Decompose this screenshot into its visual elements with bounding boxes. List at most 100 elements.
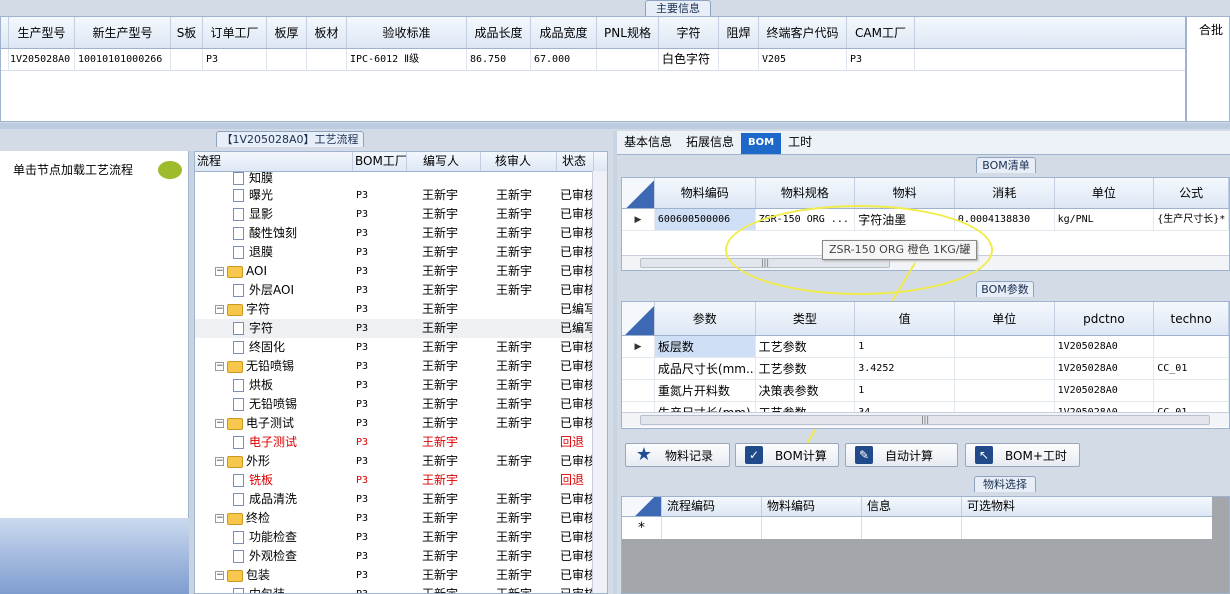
tab-bom[interactable]: BOM <box>741 133 782 154</box>
tree-node[interactable]: 电子测试 P3 王新宇 回退 <box>195 433 607 452</box>
col-header[interactable]: 订单工厂 <box>203 17 267 48</box>
table-row[interactable]: 成品尺寸长(mm... 工艺参数 3.4252 1V205028A0 CC_01 <box>622 358 1229 380</box>
col-header[interactable]: 成品宽度 <box>531 17 597 48</box>
cell[interactable] <box>267 49 307 70</box>
cell[interactable]: IPC-6012 Ⅱ级 <box>347 49 467 70</box>
tree-node[interactable]: 无铅喷锡 P3 王新宇 王新宇 已审核 <box>195 395 607 414</box>
cell[interactable]: 重氮片开料数 <box>655 380 756 401</box>
cell[interactable]: 决策表参数 <box>756 380 856 401</box>
tree-node[interactable]: 知膜 <box>195 172 607 186</box>
col-header[interactable]: 编写人 <box>407 152 481 171</box>
tab-work-hours[interactable]: 工时 <box>781 131 819 154</box>
col-header[interactable]: 流程 <box>195 152 353 171</box>
cell[interactable]: 板层数 <box>654 336 756 357</box>
collapse-icon[interactable]: − <box>215 267 224 276</box>
cell[interactable] <box>962 517 1212 539</box>
tree-node[interactable]: 成品清洗 P3 王新宇 王新宇 已审核 <box>195 490 607 509</box>
col-header[interactable]: CAM工厂 <box>847 17 915 48</box>
cell[interactable]: 工艺参数 <box>756 358 856 379</box>
col-header[interactable]: 公式 <box>1154 178 1229 208</box>
tree-node[interactable]: 字符 P3 王新宇 已编写 <box>195 319 607 338</box>
main-info-tab[interactable]: 主要信息 <box>645 0 711 16</box>
bom-params-hscroll[interactable]: ||| <box>622 412 1229 427</box>
col-header[interactable]: 值 <box>855 302 955 335</box>
scroll-thumb[interactable]: ||| <box>640 415 1210 425</box>
col-header[interactable]: 物料规格 <box>756 178 856 208</box>
col-header[interactable]: 状态 <box>557 152 594 171</box>
new-row[interactable]: * <box>622 517 1212 539</box>
cell[interactable]: 67.000 <box>531 49 597 70</box>
collapse-icon[interactable]: − <box>215 571 224 580</box>
tree-node[interactable]: − AOI P3 王新宇 王新宇 已审核 <box>195 262 607 281</box>
col-header[interactable]: 可选物料 <box>962 497 1212 516</box>
collapse-icon[interactable]: − <box>215 362 224 371</box>
col-header[interactable]: 验收标准 <box>347 17 467 48</box>
cell[interactable]: P3 <box>847 49 915 70</box>
col-header[interactable]: BOM工厂 <box>353 152 407 171</box>
col-header[interactable]: 生产型号 <box>9 17 75 48</box>
merge-panel-title[interactable]: 合批 <box>1187 17 1229 38</box>
table-row[interactable]: 重氮片开料数 决策表参数 1 1V205028A0 <box>622 380 1229 402</box>
cell[interactable] <box>719 49 759 70</box>
col-header[interactable]: 核审人 <box>481 152 557 171</box>
cell[interactable]: 3.4252 <box>855 358 955 379</box>
cell[interactable] <box>662 517 762 539</box>
tree-node[interactable]: − 字符 P3 王新宇 已编写 <box>195 300 607 319</box>
col-header[interactable]: 字符 <box>659 17 719 48</box>
tree-node[interactable]: 退膜 P3 王新宇 王新宇 已审核 <box>195 243 607 262</box>
col-header[interactable]: 物料编码 <box>655 178 756 208</box>
cell[interactable]: 成品尺寸长(mm... <box>655 358 756 379</box>
tab-basic-info[interactable]: 基本信息 <box>617 131 679 154</box>
cell[interactable] <box>597 49 659 70</box>
tree-scrollbar[interactable] <box>592 171 607 593</box>
tree-node[interactable]: 酸性蚀刻 P3 王新宇 王新宇 已审核 <box>195 224 607 243</box>
cell[interactable]: V205 <box>759 49 847 70</box>
process-flow-tab[interactable]: 【1V205028A0】工艺流程 <box>216 131 364 147</box>
col-header[interactable]: PNL规格 <box>597 17 659 48</box>
col-header[interactable]: pdctno <box>1055 302 1155 335</box>
col-header[interactable]: 终端客户代码 <box>759 17 847 48</box>
tree-node[interactable]: 显影 P3 王新宇 王新宇 已审核 <box>195 205 607 224</box>
col-header[interactable]: 板材 <box>307 17 347 48</box>
tab-extended-info[interactable]: 拓展信息 <box>679 131 741 154</box>
tree-node[interactable]: 终固化 P3 王新宇 王新宇 已审核 <box>195 338 607 357</box>
cell[interactable]: {生产尺寸长}* <box>1154 209 1229 230</box>
tree-node[interactable]: 外层AOI P3 王新宇 王新宇 已审核 <box>195 281 607 300</box>
bom-calc-button[interactable]: ✓ BOM计算 <box>735 443 839 467</box>
col-header[interactable]: 板厚 <box>267 17 307 48</box>
tree-node[interactable]: − 无铅喷锡 P3 王新宇 王新宇 已审核 <box>195 357 607 376</box>
cell[interactable] <box>1154 380 1229 401</box>
col-header[interactable]: 参数 <box>655 302 756 335</box>
cell[interactable]: 白色字符 <box>659 49 719 70</box>
col-header[interactable]: 单位 <box>1055 178 1155 208</box>
table-row[interactable]: ▶ 板层数 工艺参数 1 1V205028A0 <box>622 336 1229 358</box>
col-header[interactable]: 信息 <box>862 497 962 516</box>
table-row[interactable]: 1V205028A0 10010101000266 P3 IPC-6012 Ⅱ级… <box>1 49 1185 71</box>
cell[interactable]: P3 <box>203 49 267 70</box>
collapse-icon[interactable]: − <box>215 305 224 314</box>
auto-calc-button[interactable]: ✎ 自动计算 <box>845 443 958 467</box>
cell[interactable]: CC_01 <box>1154 358 1229 379</box>
collapse-icon[interactable]: − <box>215 419 224 428</box>
tree-node[interactable]: − 终检 P3 王新宇 王新宇 已审核 <box>195 509 607 528</box>
cell[interactable]: 1V205028A0 <box>9 49 75 70</box>
vertical-splitter-right[interactable] <box>613 131 617 594</box>
col-header[interactable]: 流程编码 <box>662 497 762 516</box>
tree-node[interactable]: − 包装 P3 王新宇 王新宇 已审核 <box>195 566 607 585</box>
tree-node[interactable]: 功能检查 P3 王新宇 王新宇 已审核 <box>195 528 607 547</box>
cell[interactable] <box>955 336 1055 357</box>
col-header[interactable]: S板 <box>171 17 203 48</box>
col-header[interactable]: 消耗 <box>955 178 1055 208</box>
cell[interactable] <box>955 380 1055 401</box>
cell[interactable]: kg/PNL <box>1055 209 1155 230</box>
col-header[interactable]: 物料 <box>855 178 955 208</box>
tree-node[interactable]: 铣板 P3 王新宇 回退 <box>195 471 607 490</box>
col-header[interactable]: 单位 <box>955 302 1055 335</box>
cell[interactable] <box>762 517 862 539</box>
cell[interactable] <box>955 358 1055 379</box>
tree-node[interactable]: 内包装 P3 王新宇 王新宇 已审核 <box>195 585 607 593</box>
col-header[interactable]: techno <box>1154 302 1229 335</box>
tree-node[interactable]: − 电子测试 P3 王新宇 王新宇 已审核 <box>195 414 607 433</box>
collapse-icon[interactable]: − <box>215 514 224 523</box>
tree-node[interactable]: 烘板 P3 王新宇 王新宇 已审核 <box>195 376 607 395</box>
